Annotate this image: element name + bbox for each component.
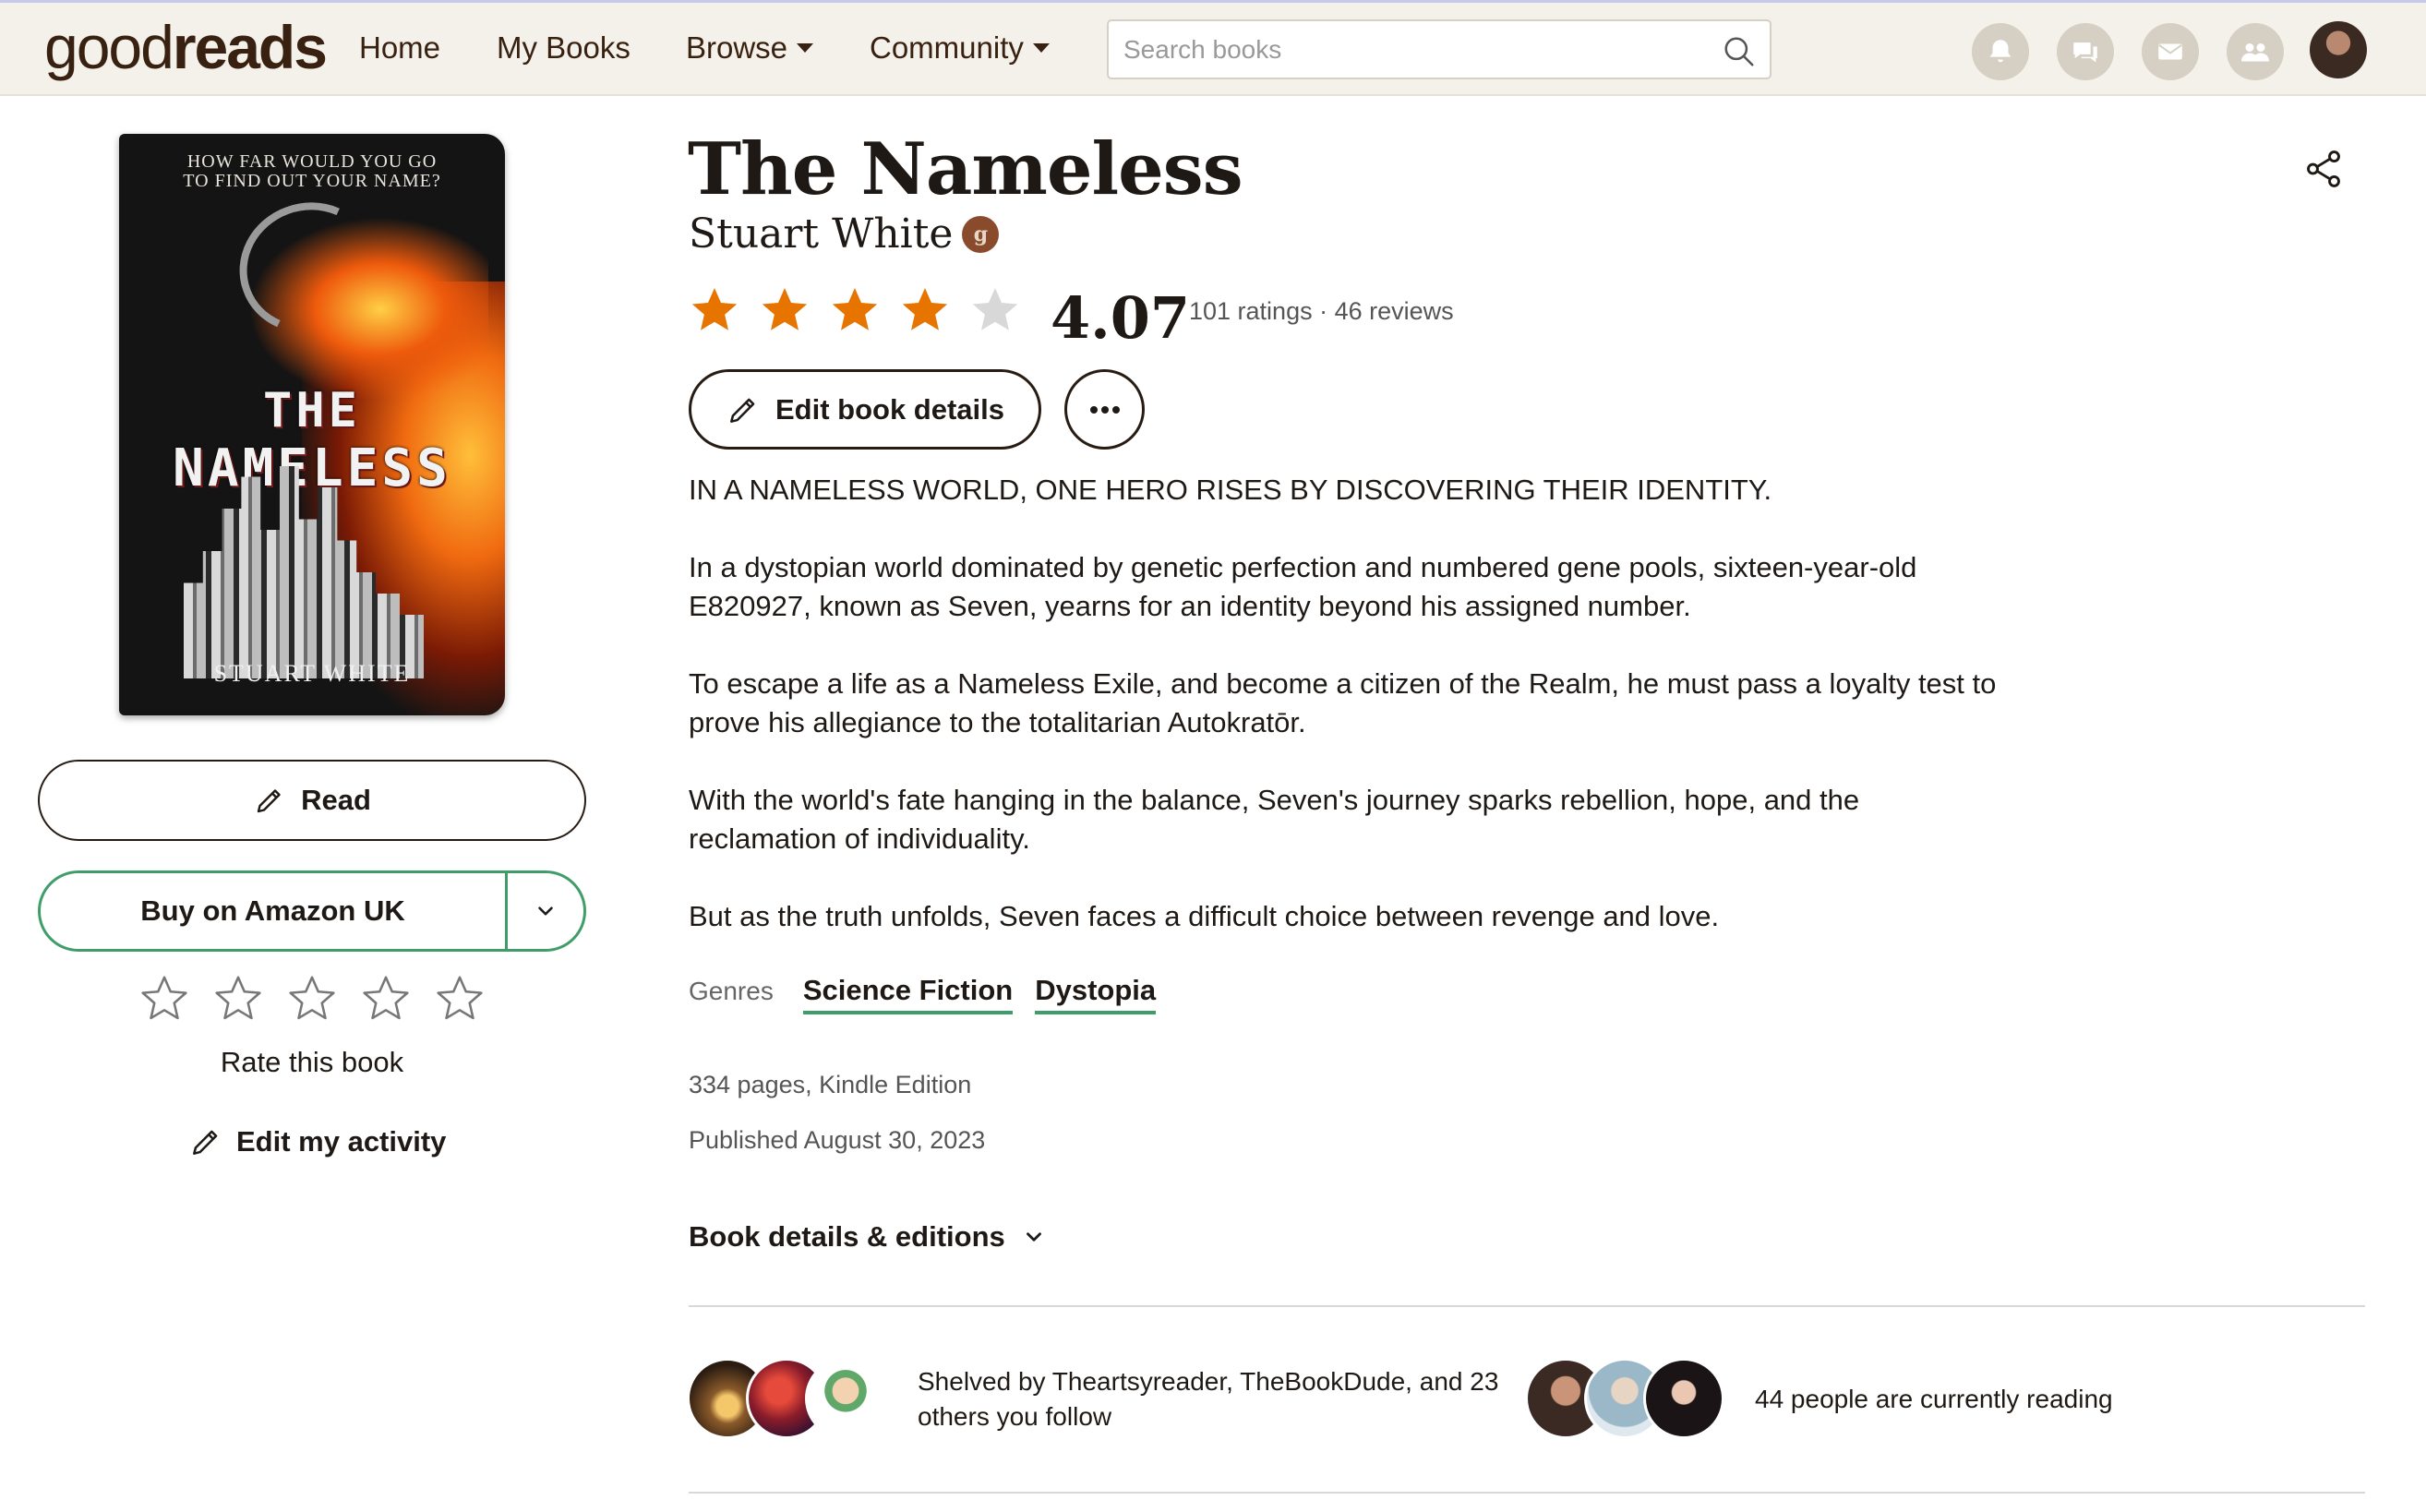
edit-book-details-button[interactable]: Edit book details bbox=[689, 369, 1041, 450]
rate-star-3-icon[interactable] bbox=[286, 972, 338, 1024]
rate-star-1-icon[interactable] bbox=[138, 972, 190, 1024]
chevron-down-icon bbox=[1026, 1232, 1041, 1242]
average-rating-value: 4.07 bbox=[1051, 284, 1191, 352]
search-input[interactable] bbox=[1123, 30, 1696, 69]
chevron-down-icon bbox=[1032, 43, 1050, 53]
discussions-icon[interactable] bbox=[2057, 23, 2114, 80]
top-navigation-bar: goodreads Home My Books Browse Community bbox=[0, 0, 2426, 96]
edit-my-activity-link[interactable]: Edit my activity bbox=[188, 1124, 446, 1159]
description-paragraph: IN A NAMELESS WORLD, ONE HERO RISES BY D… bbox=[689, 474, 1772, 506]
author-link[interactable]: Stuart White bbox=[689, 210, 953, 258]
messages-envelope-icon[interactable] bbox=[2142, 23, 2199, 80]
shelved-by-text: Shelved by Theartsyreader, TheBookDude, … bbox=[918, 1367, 1499, 1431]
share-icon[interactable] bbox=[2302, 148, 2345, 190]
search-box bbox=[1107, 19, 1771, 79]
publication-date: Published August 30, 2023 bbox=[689, 1126, 986, 1154]
genre-dystopia[interactable]: Dystopia bbox=[1035, 974, 1157, 1014]
star-empty-icon bbox=[972, 288, 1018, 330]
average-rating-stars bbox=[688, 282, 1022, 336]
description-paragraph: To escape a life as a Nameless Exile, an… bbox=[689, 667, 1997, 738]
rate-stars bbox=[138, 972, 486, 1024]
genres-list: Genres Science Fiction Dystopia bbox=[689, 974, 1157, 1014]
profile-avatar[interactable] bbox=[2310, 21, 2367, 78]
more-options-button[interactable] bbox=[1064, 369, 1145, 450]
reader-avatar bbox=[1643, 1358, 1724, 1439]
pencil-icon bbox=[730, 398, 755, 423]
pencil-icon bbox=[193, 1130, 218, 1155]
book-cover[interactable]: HOW FAR WOULD YOU GO TO FIND OUT YOUR NA… bbox=[119, 134, 505, 715]
star-filled-icon bbox=[902, 288, 948, 330]
read-shelf-button[interactable]: Read bbox=[38, 760, 586, 841]
rate-star-2-icon[interactable] bbox=[212, 972, 264, 1024]
star-filled-icon bbox=[762, 288, 808, 330]
chevron-down-icon bbox=[538, 906, 553, 916]
ratings-reviews-count[interactable]: 101 ratings · 46 reviews bbox=[1189, 297, 1454, 326]
description-paragraph: But as the truth unfolds, Seven faces a … bbox=[689, 900, 1720, 932]
search-icon[interactable] bbox=[1722, 34, 1757, 69]
book-details-editions-toggle[interactable]: Book details & editions bbox=[689, 1220, 1046, 1254]
goodreads-logo[interactable]: goodreads bbox=[44, 12, 328, 82]
divider bbox=[689, 1305, 2365, 1307]
rate-star-4-icon[interactable] bbox=[360, 972, 412, 1024]
book-title: The Nameless bbox=[688, 127, 1243, 211]
divider bbox=[689, 1492, 2365, 1494]
buy-button-group: Buy on Amazon UK bbox=[38, 870, 586, 952]
book-author: Stuart White g bbox=[689, 210, 1000, 258]
chevron-down-icon bbox=[797, 43, 814, 53]
buy-amazon-button[interactable]: Buy on Amazon UK bbox=[41, 873, 505, 949]
friend-avatar bbox=[805, 1358, 886, 1439]
pages-format: 334 pages, Kindle Edition bbox=[689, 1071, 972, 1098]
description-paragraph: In a dystopian world dominated by geneti… bbox=[689, 551, 1917, 622]
pencil-icon bbox=[257, 789, 281, 813]
star-filled-icon bbox=[832, 288, 878, 330]
buy-options-dropdown[interactable] bbox=[508, 873, 583, 949]
description-paragraph: With the world's fate hanging in the bal… bbox=[689, 784, 1860, 855]
nav-community[interactable]: Community bbox=[870, 30, 1050, 66]
nav-my-books[interactable]: My Books bbox=[497, 30, 631, 66]
rate-this-book-label: Rate this book bbox=[220, 1046, 404, 1078]
cover-tagline: HOW FAR WOULD YOU GO TO FIND OUT YOUR NA… bbox=[183, 151, 441, 191]
ellipsis-icon bbox=[1089, 405, 1120, 414]
genres-label: Genres bbox=[689, 977, 774, 1005]
cover-author: STUART WHITE bbox=[213, 660, 411, 687]
nav-browse[interactable]: Browse bbox=[686, 30, 814, 66]
friends-icon[interactable] bbox=[2227, 23, 2284, 80]
book-description: IN A NAMELESS WORLD, ONE HERO RISES BY D… bbox=[689, 471, 2000, 975]
genre-science-fiction[interactable]: Science Fiction bbox=[802, 974, 1014, 1014]
cover-title-line1: THE bbox=[263, 383, 361, 438]
rate-star-5-icon[interactable] bbox=[434, 972, 486, 1024]
cover-title-line2: NAMELESS bbox=[173, 438, 451, 498]
nav-home[interactable]: Home bbox=[359, 30, 440, 66]
currently-reading-text: 44 people are currently reading bbox=[1755, 1385, 2113, 1413]
goodreads-author-badge-icon: g bbox=[962, 215, 1000, 253]
star-filled-icon bbox=[691, 288, 738, 330]
notifications-bell-icon[interactable] bbox=[1972, 23, 2029, 80]
